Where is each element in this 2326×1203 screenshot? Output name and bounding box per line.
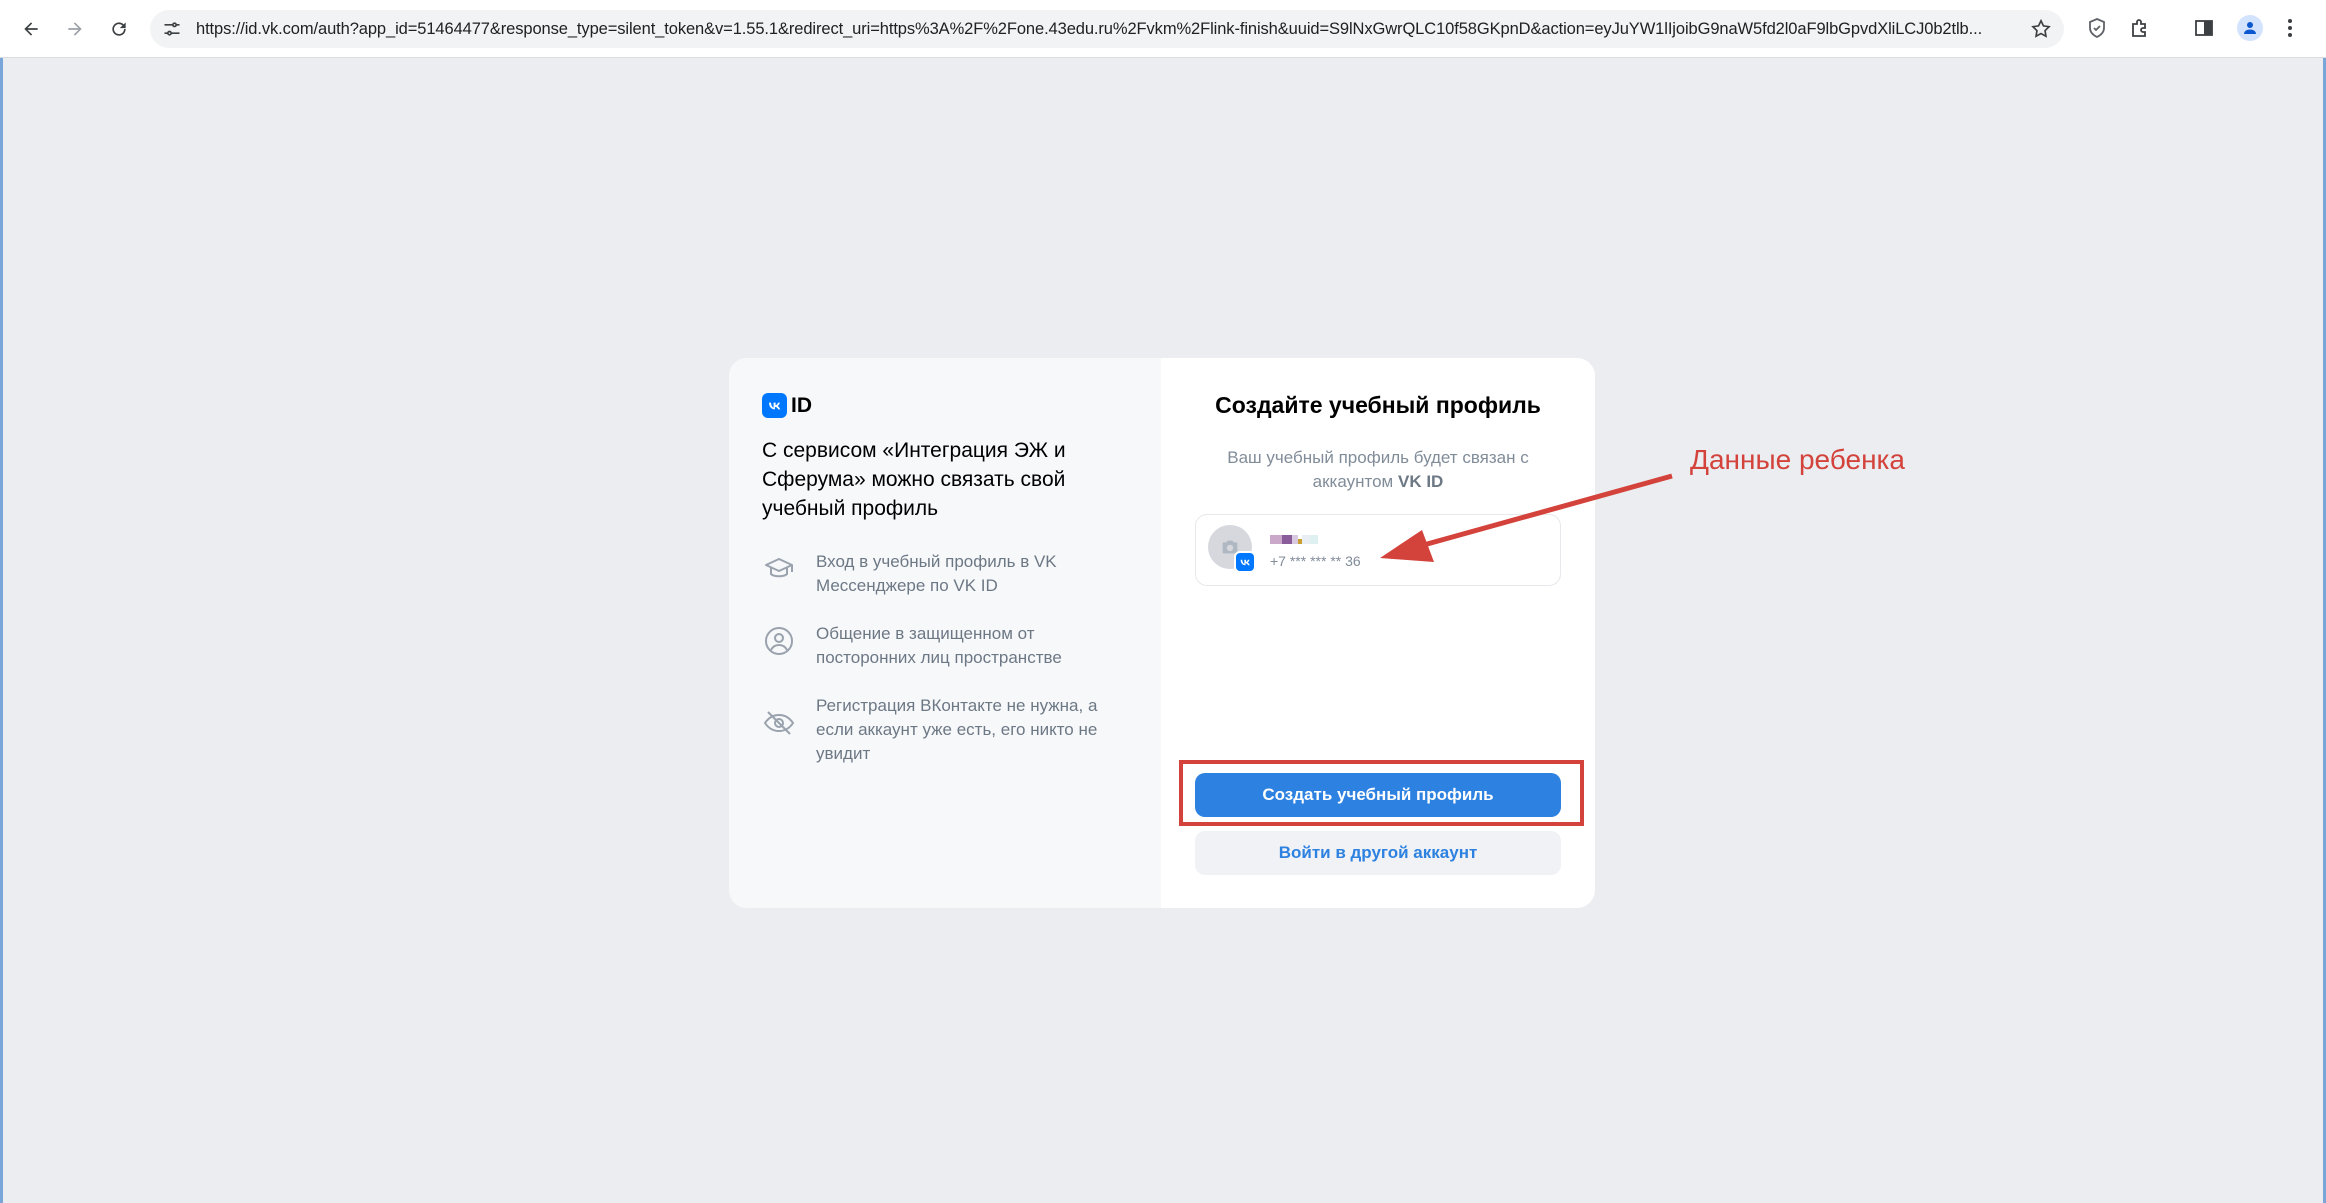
info-panel: ID С сервисом «Интеграция ЭЖ и Сферума» … [729, 358, 1161, 908]
reload-icon [112, 22, 126, 36]
feature-item: Вход в учебный профиль в VK Мессенджере … [762, 550, 1142, 598]
graduation-cap-icon [765, 558, 793, 578]
feature-item: Общение в защищенном от посторонних лиц … [762, 622, 1142, 670]
reload-button[interactable] [104, 14, 134, 44]
annotation-arrow-icon [1380, 473, 1673, 562]
url-text: https://id.vk.com/auth?app_id=51464477&r… [196, 20, 1983, 38]
feature-text: Общение в защищенном от посторонних лиц … [816, 624, 1062, 667]
feature-text: Регистрация ВКонтакте не нужна, а если а… [816, 696, 1098, 763]
eye-off-icon [763, 711, 795, 735]
logo-text: ID [791, 393, 812, 417]
address-bar[interactable]: https://id.vk.com/auth?app_id=51464477&r… [150, 10, 2064, 48]
annotation-highlight-box [1179, 760, 1584, 826]
extensions-puzzle-icon[interactable] [2128, 16, 2152, 40]
browser-toolbar: https://id.vk.com/auth?app_id=51464477&r… [0, 0, 2326, 58]
forward-arrow-icon [68, 22, 82, 36]
feature-item: Регистрация ВКонтакте не нужна, а если а… [762, 694, 1142, 766]
back-arrow-icon [24, 22, 38, 36]
vk-badge-icon [1234, 551, 1256, 573]
shield-extension-icon[interactable] [2085, 16, 2109, 40]
user-circle-icon [765, 627, 793, 655]
browser-menu-icon[interactable] [2278, 16, 2302, 40]
site-settings-icon[interactable] [162, 19, 182, 39]
right-title: Создайте учебный профиль [1215, 392, 1541, 418]
vk-logo-icon [762, 393, 787, 418]
back-button[interactable] [16, 14, 46, 44]
vk-id-logo: ID [762, 393, 812, 418]
forward-button[interactable] [60, 14, 90, 44]
left-heading: С сервисом «Интеграция ЭЖ и Сферума» мож… [762, 439, 1066, 520]
account-name-redacted [1270, 535, 1318, 544]
feature-text: Вход в учебный профиль в VK Мессенджере … [816, 552, 1057, 595]
annotation-label: Данные ребенка [1690, 444, 1905, 475]
bookmark-star-icon[interactable] [2030, 18, 2052, 40]
other-account-button[interactable]: Войти в другой аккаунт [1195, 831, 1561, 875]
side-panel-icon[interactable] [2192, 16, 2216, 40]
profile-avatar-icon[interactable] [2237, 15, 2263, 41]
account-phone: +7 *** *** ** 36 [1270, 553, 1361, 569]
